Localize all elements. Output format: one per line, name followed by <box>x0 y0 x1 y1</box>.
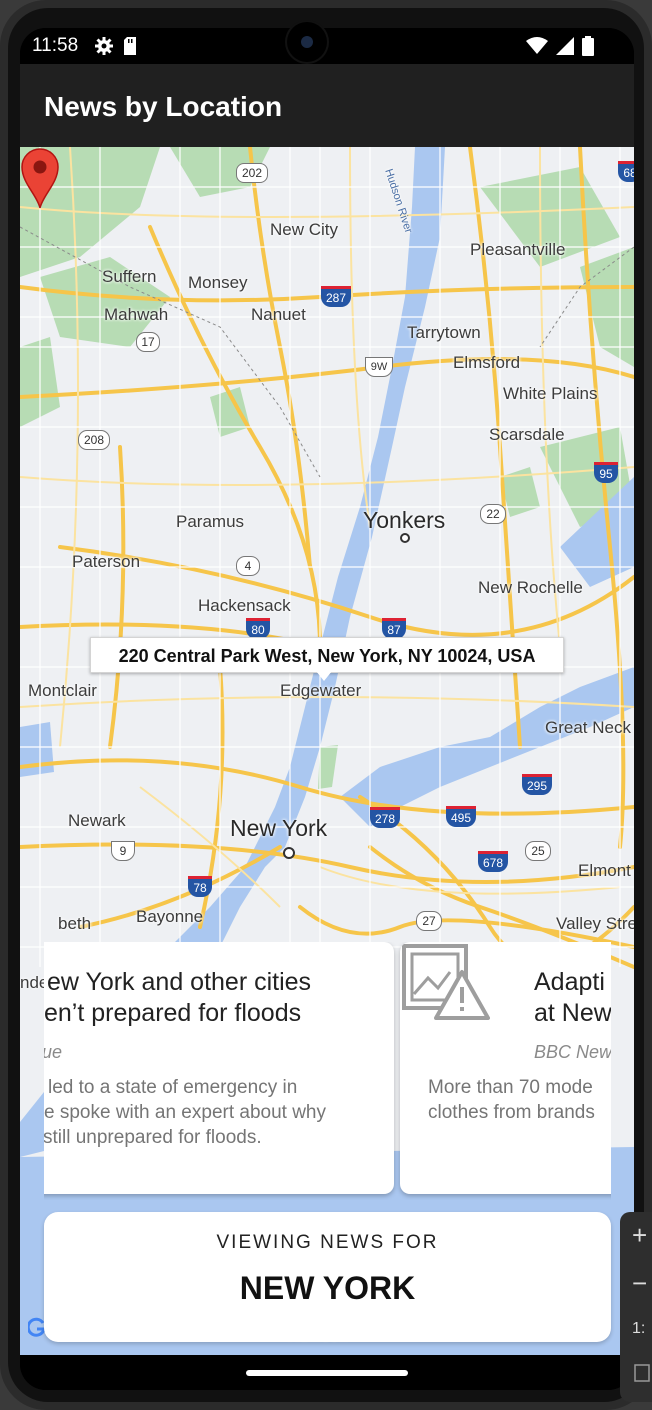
place-label: New York <box>230 815 328 841</box>
place-label: Paramus <box>176 512 245 531</box>
settings-gear-icon <box>95 37 113 55</box>
place-label: Elmont <box>578 861 631 880</box>
place-label: Pleasantville <box>470 240 566 259</box>
news-source: BBC New <box>534 1042 611 1062</box>
route-shield: 202 <box>236 163 268 183</box>
place-label: Bayonne <box>136 907 204 926</box>
navigation-bar <box>20 1355 634 1390</box>
emulator-side-controls: + − 1: <box>620 1212 652 1402</box>
marker-address: 220 Central Park West, New York, NY 1002… <box>118 646 536 666</box>
route-shield: 4 <box>236 556 260 576</box>
place-label: beth <box>58 914 92 933</box>
info-window-tail <box>316 671 332 681</box>
news-title: ew York and other cities <box>47 968 312 996</box>
news-card[interactable]: Adapti at New BBC New More than 70 mode … <box>400 942 611 1194</box>
place-label: Great Neck <box>545 718 631 737</box>
place-label: Nanuet <box>251 305 306 324</box>
place-label: White Plains <box>503 384 598 403</box>
news-description: More than 70 mode <box>428 1077 593 1098</box>
interstate-shield: 678 <box>478 851 508 872</box>
place-label: Monsey <box>188 273 248 292</box>
interstate-shield: 495 <box>446 806 476 827</box>
interstate-shield: 68 <box>618 161 634 182</box>
viewing-city: NEW YORK <box>239 1270 416 1306</box>
app-title: News by Location <box>44 91 283 122</box>
interstate-shield: 278 <box>370 807 400 828</box>
broken-image-icon <box>402 944 490 1020</box>
zoom-ratio-label: 1: <box>632 1320 646 1337</box>
viewing-news-panel: VIEWING NEWS FOR NEW YORK <box>44 1212 611 1342</box>
wifi-icon <box>526 37 548 54</box>
place-label: Paterson <box>72 552 141 571</box>
sd-card-icon <box>124 37 136 55</box>
front-camera <box>287 22 327 62</box>
place-label: Yonkers <box>363 507 446 533</box>
place-label: Valley Stre <box>556 914 634 933</box>
city-dot <box>283 847 295 859</box>
place-label: Suffern <box>102 267 157 286</box>
news-description: e spoke with an expert about why <box>44 1102 327 1123</box>
interstate-shield: 80 <box>246 618 270 639</box>
place-label: Mahwah <box>104 305 169 324</box>
cellular-signal-icon <box>556 37 574 55</box>
map-view[interactable]: New City Pleasantville Suffern Monsey Ma… <box>20 147 634 1355</box>
status-time: 11:58 <box>32 35 79 56</box>
news-title: at New <box>534 999 611 1027</box>
place-label: New Rochelle <box>478 578 583 597</box>
place-label: New City <box>270 220 339 239</box>
home-gesture-handle[interactable] <box>246 1370 408 1376</box>
interstate-shield: 78 <box>188 876 212 897</box>
phone-screen: 11:58 News by Location New City Pleasant… <box>20 28 634 1390</box>
place-label: Newark <box>68 811 126 830</box>
news-carousel[interactable]: ew York and other cities en’t prepared f… <box>44 942 611 1200</box>
route-shield: 9 <box>111 841 135 861</box>
place-label: Edgewater <box>280 681 362 700</box>
place-label: Tarrytown <box>407 323 481 342</box>
viewing-label: VIEWING NEWS FOR <box>216 1232 439 1253</box>
news-title: Adapti <box>534 968 605 996</box>
interstate-shield: 287 <box>321 286 351 307</box>
interstate-shield: 87 <box>382 618 406 639</box>
screenshot-icon[interactable] <box>634 1364 650 1382</box>
interstate-shield: 95 <box>594 462 618 483</box>
route-shield: 25 <box>525 841 551 861</box>
place-label: Montclair <box>28 681 97 700</box>
place-label: Elmsford <box>453 353 521 372</box>
news-card[interactable]: ew York and other cities en’t prepared f… <box>44 942 394 1194</box>
route-shield: 17 <box>136 332 160 352</box>
news-source: ue <box>44 1042 63 1062</box>
status-bar: 11:58 <box>20 28 634 64</box>
route-shield: 9W <box>365 357 393 377</box>
route-shield: 208 <box>78 430 110 450</box>
city-dot <box>400 533 410 543</box>
news-title: en’t prepared for floods <box>44 999 302 1027</box>
marker-info-window[interactable]: 220 Central Park West, New York, NY 1002… <box>90 637 564 673</box>
place-label: Scarsdale <box>489 425 565 444</box>
news-description: clothes from brands <box>428 1102 595 1123</box>
route-shield: 27 <box>416 911 442 931</box>
news-description: led to a state of emergency in <box>48 1077 298 1098</box>
zoom-in-button[interactable]: + <box>632 1220 647 1251</box>
place-label: Hackensack <box>198 596 291 615</box>
interstate-shield: 295 <box>522 774 552 795</box>
news-description: still unprepared for floods. <box>44 1127 262 1148</box>
app-bar: News by Location <box>20 64 634 147</box>
zoom-out-button[interactable]: − <box>632 1268 647 1299</box>
map-marker-pin-icon[interactable] <box>20 147 60 209</box>
route-shield: 22 <box>480 504 506 524</box>
battery-icon <box>582 36 594 56</box>
